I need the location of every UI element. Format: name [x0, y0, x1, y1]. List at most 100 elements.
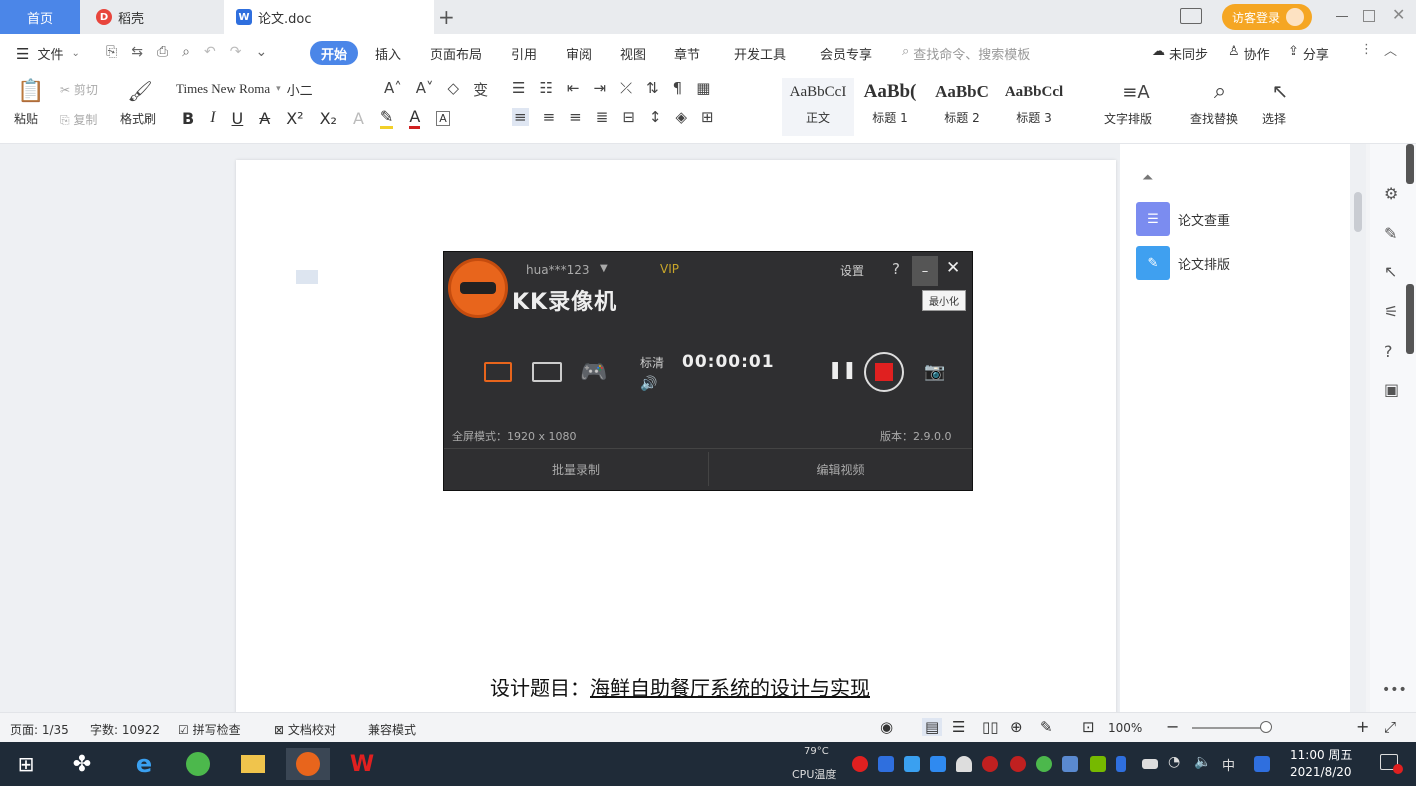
font-name-select[interactable]: Times New Roma ▾ 小二: [176, 78, 366, 100]
kk-vip-badge[interactable]: VIP: [660, 262, 679, 276]
zoom-slider-handle[interactable]: [1260, 721, 1272, 733]
shrink-font-icon[interactable]: A˅: [416, 79, 434, 100]
collapse-ribbon-icon[interactable]: ︿: [1384, 40, 1397, 59]
tray-app-icon[interactable]: [904, 756, 920, 772]
find-replace-label[interactable]: 查找替换: [1190, 110, 1238, 127]
region-record-icon[interactable]: [484, 362, 512, 382]
font-color-icon[interactable]: A: [409, 107, 421, 129]
ie-browser-icon[interactable]: e: [128, 748, 160, 780]
chinese-layout-icon[interactable]: ⤫: [620, 79, 632, 97]
login-button[interactable]: 访客登录: [1222, 4, 1312, 30]
ime-indicator[interactable]: 中: [1222, 755, 1235, 774]
more-icon[interactable]: •••: [1382, 682, 1407, 698]
zoom-slider[interactable]: [1192, 727, 1266, 729]
kk-close-icon[interactable]: ✕: [946, 258, 960, 278]
subscript-icon[interactable]: X₂: [320, 109, 337, 128]
align-center-icon[interactable]: ≡: [543, 108, 556, 126]
wps-taskbar-icon[interactable]: W: [346, 748, 378, 780]
new-tab-button[interactable]: +: [438, 5, 455, 29]
table-icon[interactable]: ▦: [696, 79, 710, 97]
tray-app-icon[interactable]: [878, 756, 894, 772]
close-window-icon[interactable]: ✕: [1392, 5, 1405, 24]
share-button[interactable]: ⇪ 分享: [1288, 44, 1329, 63]
kk-recorder-window[interactable]: hua***123 ▼ VIP 设置 ? – ✕ 最小化 KK录像机 🎮 标清 …: [443, 251, 973, 491]
text-effect-icon[interactable]: A: [353, 109, 364, 128]
style-tool-icon[interactable]: ⚙: [1384, 184, 1398, 203]
align-left-icon[interactable]: ≡: [512, 108, 529, 126]
camera-icon[interactable]: 📷: [924, 362, 945, 382]
pause-icon[interactable]: ❚❚: [828, 360, 857, 380]
cut-button[interactable]: ✂ 剪切: [60, 81, 98, 98]
fit-page-icon[interactable]: ⊡: [1082, 718, 1095, 736]
file-menu[interactable]: ☰ 文件 ⌄: [16, 44, 80, 64]
zoom-level[interactable]: 100%: [1108, 721, 1142, 735]
kk-settings[interactable]: 设置: [840, 262, 864, 279]
menu-tab-review[interactable]: 审阅: [566, 44, 592, 63]
more-quick-icon[interactable]: ⌄: [255, 44, 267, 60]
layout-icon[interactable]: [1180, 8, 1202, 24]
command-search[interactable]: ⌕ 查找命令、搜索模板: [902, 44, 1030, 63]
select-cursor-icon[interactable]: ↖: [1268, 76, 1292, 106]
batch-record-button[interactable]: 批量录制: [444, 449, 708, 489]
bluetooth-icon[interactable]: [1116, 756, 1126, 772]
shading-icon[interactable]: ◈: [675, 108, 687, 126]
output-icon[interactable]: ⇆: [131, 44, 143, 60]
kk-quality[interactable]: 标清: [640, 354, 664, 371]
cursor-tool-icon[interactable]: ↖: [1384, 262, 1397, 281]
pane-item-thesis-format[interactable]: ✎ 论文排版: [1136, 246, 1248, 280]
page-view-icon[interactable]: ▤: [922, 718, 943, 736]
italic-icon[interactable]: I: [210, 109, 215, 127]
decrease-indent-icon[interactable]: ⇤: [567, 79, 580, 97]
paste-label[interactable]: 粘贴: [14, 110, 38, 127]
green-app-icon[interactable]: [182, 748, 214, 780]
record-tray-icon[interactable]: [852, 756, 868, 772]
menu-tab-developer[interactable]: 开发工具: [734, 44, 786, 63]
clock-time[interactable]: 11:00 周五: [1290, 746, 1352, 763]
zoom-out-icon[interactable]: −: [1166, 717, 1179, 736]
redo-icon[interactable]: ↷: [230, 44, 242, 60]
vertical-scrollbar[interactable]: [1350, 144, 1366, 712]
text-layout-label[interactable]: 文字排版: [1104, 110, 1152, 127]
game-record-icon[interactable]: 🎮: [580, 360, 607, 385]
pane-item-plagiarism-check[interactable]: ☰ 论文查重: [1136, 202, 1248, 236]
stop-record-button[interactable]: [864, 352, 904, 392]
pen-tool-icon[interactable]: ✎: [1384, 224, 1397, 243]
underline-icon[interactable]: U: [232, 109, 244, 128]
menu-tab-references[interactable]: 引用: [511, 44, 537, 63]
restore-window-icon[interactable]: [1363, 10, 1375, 22]
eye-protection-icon[interactable]: ◉: [880, 718, 893, 736]
volume-icon[interactable]: 🔊: [640, 376, 657, 392]
battery-icon[interactable]: [1142, 759, 1158, 769]
kk-username[interactable]: hua***123: [526, 263, 589, 277]
grow-font-icon[interactable]: A˄: [384, 79, 402, 100]
find-replace-icon[interactable]: ⌕: [1206, 76, 1234, 106]
menu-tab-member[interactable]: 会员专享: [820, 44, 872, 63]
superscript-icon[interactable]: X²: [286, 109, 303, 128]
copy-button[interactable]: ⎘ 复制: [60, 111, 97, 128]
font-size-value[interactable]: 小二: [287, 80, 313, 99]
outline-view-icon[interactable]: ☰: [952, 718, 965, 736]
fan-app-icon[interactable]: ✤: [66, 748, 98, 780]
collab-button[interactable]: ♙ 协作: [1228, 44, 1270, 63]
bullet-list-icon[interactable]: ☰: [512, 79, 525, 97]
style-heading2[interactable]: AaBbC 标题 2: [926, 78, 998, 136]
wechat-icon[interactable]: [1036, 756, 1052, 772]
clock-date[interactable]: 2021/8/20: [1290, 765, 1352, 779]
reading-view-icon[interactable]: ▯▯: [982, 718, 999, 736]
bold-icon[interactable]: B: [182, 109, 194, 128]
tray-app-icon[interactable]: [1010, 756, 1026, 772]
tray-app-icon[interactable]: [1254, 756, 1270, 772]
style-heading1[interactable]: AaBb( 标题 1: [854, 78, 926, 136]
select-label[interactable]: 选择: [1262, 110, 1286, 127]
style-heading3[interactable]: AaBbCcl 标题 3: [998, 78, 1070, 136]
strikethrough-icon[interactable]: A: [259, 109, 270, 128]
text-layout-icon[interactable]: ≡A: [1122, 78, 1150, 106]
network-icon[interactable]: ◔: [1168, 754, 1180, 770]
tab-daoke[interactable]: D 稻壳: [80, 0, 224, 34]
distribute-icon[interactable]: ⊟: [622, 108, 635, 126]
chevron-down-icon[interactable]: ▼: [600, 263, 608, 274]
zoom-in-icon[interactable]: +: [1356, 717, 1369, 736]
fullscreen-record-icon[interactable]: [532, 362, 562, 382]
sliders-tool-icon[interactable]: ⚟: [1384, 302, 1398, 321]
clear-format-icon[interactable]: ◇: [448, 79, 460, 100]
